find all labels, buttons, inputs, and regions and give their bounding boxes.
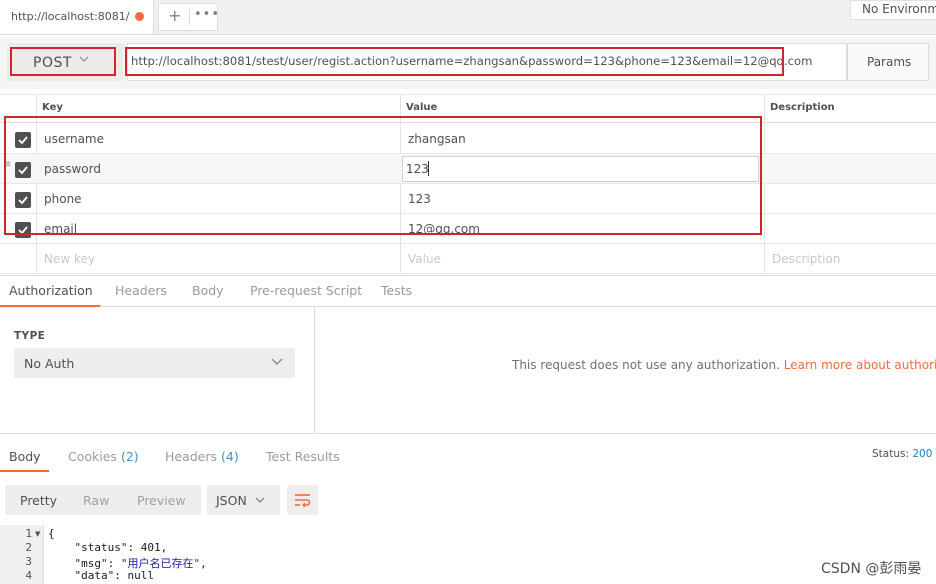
method-highlight-box [10, 47, 116, 76]
request-tab-title: http://localhost:8081/ [11, 10, 130, 23]
watermark: CSDN @彭雨晏 [821, 561, 922, 577]
line-number: 4 [25, 569, 32, 582]
cookies-tab-label: Cookies [68, 449, 117, 464]
new-tab-plus-icon[interactable]: + [168, 6, 181, 25]
view-raw-button[interactable]: Raw [83, 493, 109, 508]
response-tab-test-results[interactable]: Test Results [266, 449, 340, 464]
wrap-lines-icon [295, 494, 311, 507]
status-value: 200 C [912, 448, 936, 460]
status-label: Status: [872, 448, 909, 460]
headers-count: (4) [221, 449, 239, 464]
description-column-header: Description [770, 102, 835, 113]
auth-type-value: No Auth [24, 356, 75, 371]
request-tab[interactable]: http://localhost:8081/ [0, 0, 154, 34]
auth-message-text: This request does not use any authorizat… [512, 358, 780, 372]
json-number: 401 [140, 541, 161, 554]
auth-type-label: TYPE [14, 330, 46, 342]
new-description-placeholder[interactable]: Description [772, 252, 840, 266]
cookies-count: (2) [120, 449, 139, 464]
active-tab-underline [0, 470, 49, 472]
more-tabs-ellipsis-icon[interactable]: ••• [194, 7, 220, 22]
new-value-placeholder[interactable]: Value [408, 252, 441, 266]
environment-label: No Environm [862, 2, 936, 16]
json-null: null [127, 569, 155, 582]
tab-body[interactable]: Body [192, 283, 224, 298]
code-line: "data": null [74, 569, 155, 582]
tab-headers[interactable]: Headers [115, 283, 167, 298]
new-key-placeholder[interactable]: New key [44, 252, 95, 266]
response-tab-headers[interactable]: Headers (4) [165, 449, 239, 464]
params-button-label: Params [867, 55, 912, 69]
environment-select[interactable]: No Environm [850, 0, 936, 20]
params-highlight-box [4, 116, 762, 235]
response-status: Status: 200 C [872, 448, 936, 460]
tab-pre-request-script[interactable]: Pre-request Script [250, 283, 362, 298]
auth-message: This request does not use any authorizat… [512, 358, 936, 372]
auth-learn-more-link[interactable]: Learn more about authorizatio [784, 358, 936, 372]
json-key: "status" [74, 541, 128, 554]
headers-tab-label: Headers [165, 449, 218, 464]
view-pretty-button[interactable]: Pretty [20, 493, 57, 508]
view-preview-button[interactable]: Preview [137, 493, 186, 508]
code-line: { [48, 527, 55, 540]
wrap-lines-button[interactable] [287, 485, 318, 515]
chevron-down-icon [271, 358, 283, 365]
format-value: JSON [216, 493, 247, 508]
response-tab-cookies[interactable]: Cookies (2) [68, 449, 139, 464]
line-number: 2 [25, 541, 32, 554]
line-number: 1 [25, 527, 32, 540]
tab-actions: + ••• [158, 3, 220, 31]
url-highlight-box [125, 47, 784, 76]
tab-tests[interactable]: Tests [381, 283, 412, 298]
chevron-down-icon [255, 497, 265, 503]
tab-authorization[interactable]: Authorization [9, 283, 93, 298]
code-line: "status": 401, [74, 541, 168, 554]
fold-arrow-icon[interactable]: ▼ [35, 530, 40, 538]
value-column-header: Value [406, 102, 438, 113]
line-number: 3 [25, 555, 32, 568]
response-tab-body[interactable]: Body [9, 449, 41, 464]
json-key: "data" [74, 569, 115, 582]
response-divider [0, 433, 936, 434]
key-column-header: Key [42, 102, 63, 113]
tab-actions-divider [189, 9, 190, 25]
unsaved-dot-icon [135, 12, 144, 21]
